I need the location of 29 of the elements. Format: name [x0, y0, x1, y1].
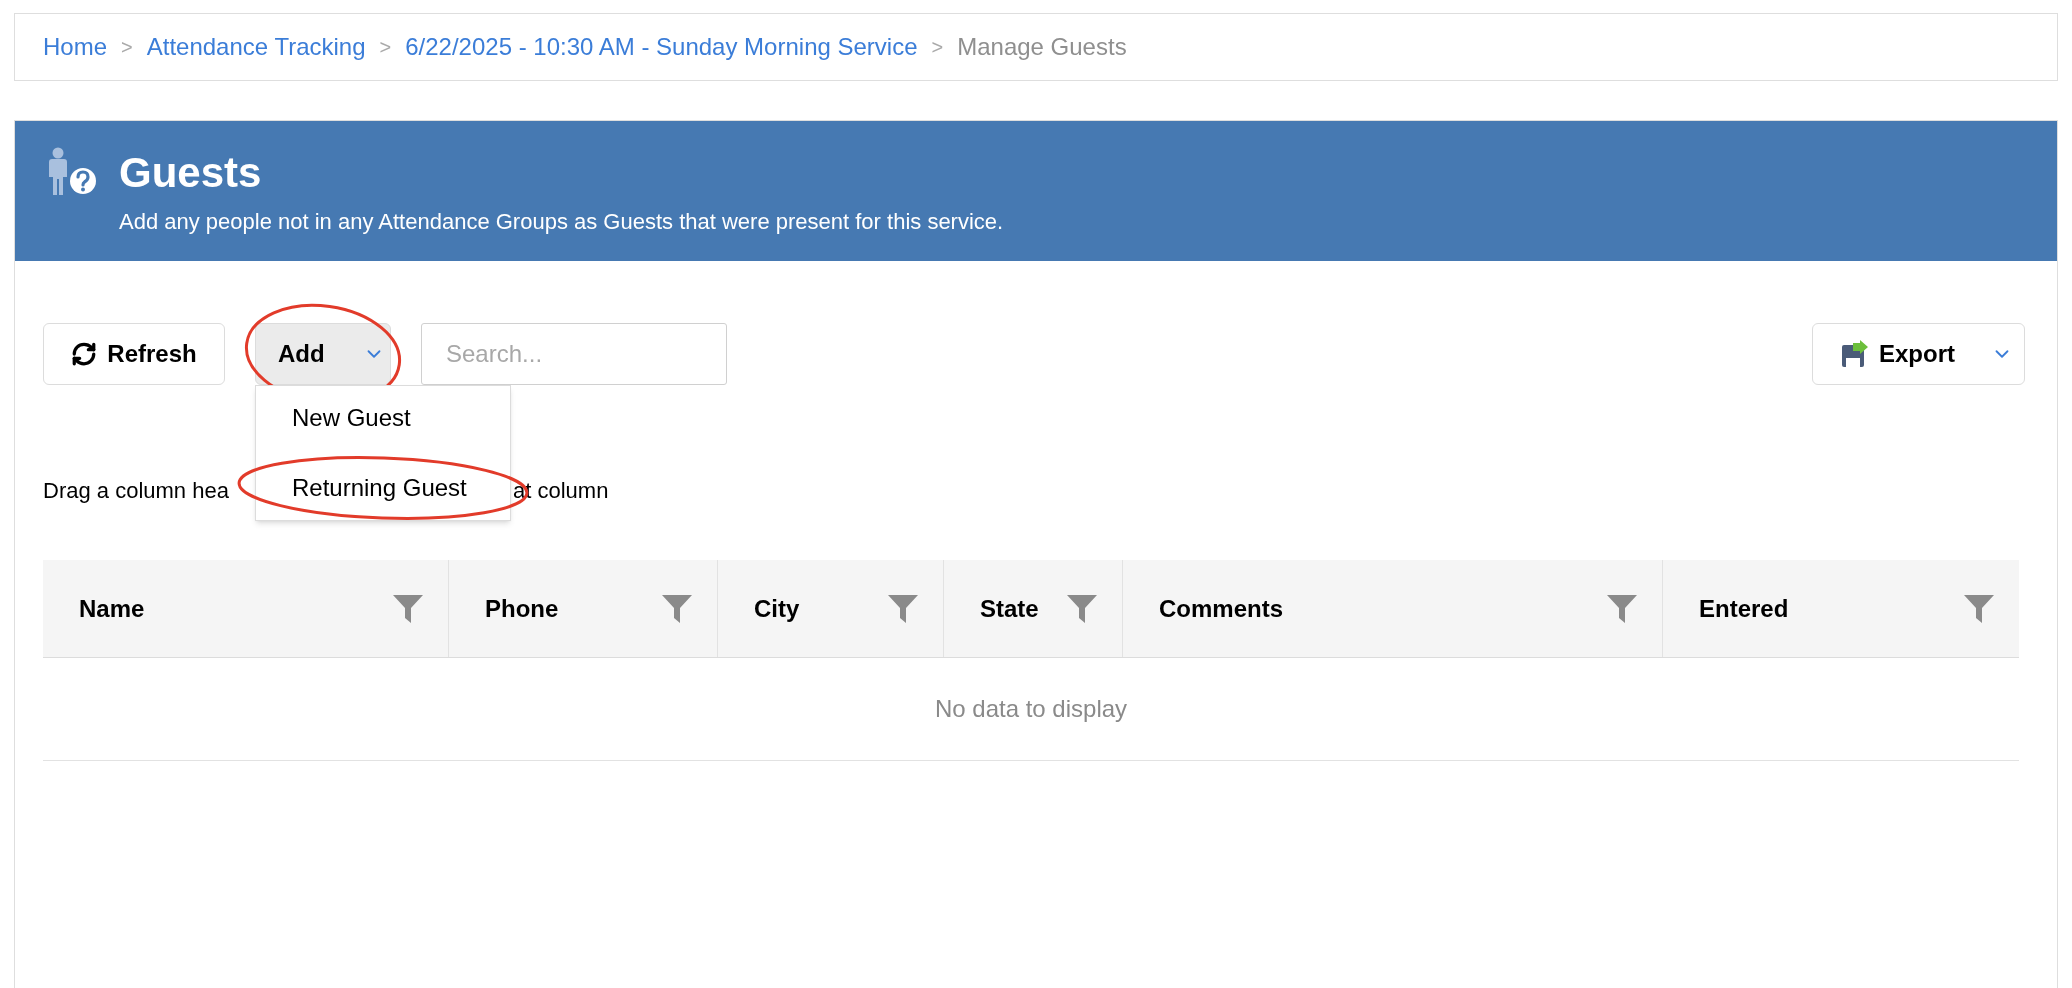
column-header[interactable]: Entered — [1699, 590, 1789, 627]
breadcrumb-separator: > — [379, 35, 392, 60]
column-header[interactable]: Comments — [1159, 590, 1284, 627]
refresh-icon — [71, 341, 98, 367]
column-header[interactable]: State — [980, 590, 1039, 627]
filter-icon[interactable] — [1066, 593, 1098, 624]
filter-icon[interactable] — [392, 593, 424, 624]
breadcrumb-link[interactable]: 6/22/2025 - 10:30 AM - Sunday Morning Service — [405, 29, 918, 65]
column-header[interactable]: City — [754, 590, 800, 627]
breadcrumb-link[interactable]: Attendance Tracking — [146, 29, 366, 65]
column-header[interactable]: Name — [79, 590, 145, 627]
add-button[interactable]: Add — [255, 323, 391, 385]
filter-icon[interactable] — [661, 593, 693, 624]
breadcrumb-separator: > — [931, 35, 944, 60]
filter-icon[interactable] — [1963, 593, 1995, 624]
refresh-button[interactable]: Refresh — [43, 323, 225, 385]
column-header[interactable]: Phone — [485, 590, 559, 627]
floppy-disk-icon — [1841, 340, 1869, 368]
search-field[interactable]: Search... — [421, 323, 727, 385]
filter-icon[interactable] — [887, 593, 919, 624]
page-subtitle: Add any people not in any Attendance Groups as Guests that were present for this service. — [119, 208, 1004, 236]
breadcrumb-link[interactable]: Home — [43, 29, 108, 65]
group-hint-text: Drag a column hea — [43, 476, 230, 505]
filter-icon[interactable] — [1606, 593, 1638, 624]
breadcrumb-separator: > — [121, 35, 133, 60]
menu-item[interactable]: New Guest — [292, 404, 411, 431]
export-button[interactable]: Export — [1812, 323, 2025, 385]
empty-message: No data to display — [934, 694, 1128, 724]
page-title: Guests — [119, 148, 263, 198]
